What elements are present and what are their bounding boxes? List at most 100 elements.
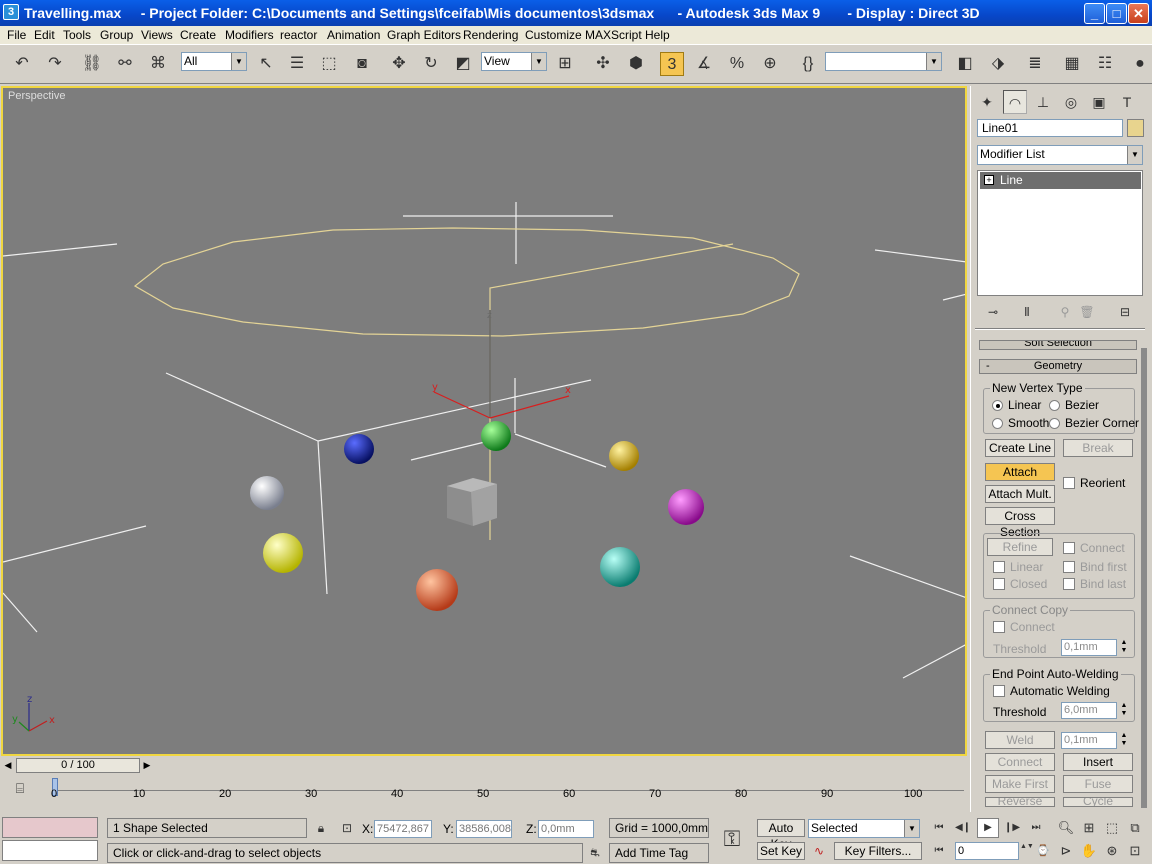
select-object-icon[interactable]: ↖ [254, 52, 278, 76]
menu-customize[interactable]: Customize [525, 28, 582, 42]
fuse-button[interactable]: Fuse [1063, 775, 1133, 793]
attach-mult-button[interactable]: Attach Mult. [985, 485, 1055, 503]
keyboard-shortcut-icon[interactable]: ⬢ [624, 52, 648, 76]
menu-create[interactable]: Create [180, 28, 216, 42]
insert-button[interactable]: Insert [1063, 753, 1133, 771]
menu-tools[interactable]: Tools [63, 28, 91, 42]
menu-graph-editors[interactable]: Graph Editors [387, 28, 461, 42]
next-frame-icon[interactable]: ❙▶ [1002, 818, 1022, 838]
scale-icon[interactable]: ◩ [451, 52, 475, 76]
track-bar[interactable]: ⌸ 0 10 20 30 40 50 60 70 80 90 100 [0, 775, 968, 805]
create-tab-icon[interactable]: ✦ [975, 90, 999, 114]
maxscript-input[interactable] [2, 840, 98, 861]
create-line-button[interactable]: Create Line [985, 439, 1055, 457]
object-name-field[interactable]: Line01 [977, 119, 1123, 137]
time-tag-icon[interactable]: ⛐ [586, 844, 604, 862]
object-color-swatch[interactable] [1127, 119, 1144, 137]
menu-reactor[interactable]: reactor [280, 28, 317, 42]
previous-frame-icon[interactable]: ◀❙ [953, 818, 973, 838]
connect-button[interactable]: Connect [985, 753, 1055, 771]
y-coordinate-field[interactable]: 38586,008 [456, 820, 512, 838]
display-tab-icon[interactable]: ▣ [1087, 90, 1111, 114]
panel-scrollbar[interactable] [1141, 348, 1147, 808]
curve-editor-icon[interactable]: ▦ [1060, 52, 1084, 76]
stack-item-line[interactable]: + Line [980, 172, 1141, 189]
angle-snap-icon[interactable]: ∡ [692, 52, 716, 76]
automatic-welding-checkbox[interactable]: Automatic Welding [993, 684, 1110, 698]
unlink-icon[interactable]: ⚯ [113, 52, 137, 76]
linear-radio[interactable]: Linear [992, 398, 1041, 412]
menu-edit[interactable]: Edit [34, 28, 55, 42]
minimize-button[interactable]: _ [1084, 3, 1105, 24]
align-icon[interactable]: ⬗ [986, 52, 1010, 76]
zoom-icon[interactable]: 🔍︎ [1056, 818, 1076, 838]
go-to-end-icon[interactable]: ⏭ [1026, 818, 1046, 838]
x-coordinate-field[interactable]: 75472,867 [374, 820, 432, 838]
menu-file[interactable]: File [7, 28, 26, 42]
orange-sphere[interactable] [416, 569, 458, 611]
edit-named-selection-icon[interactable]: {} [796, 52, 820, 76]
percent-snap-icon[interactable]: % [725, 52, 749, 76]
refine-button[interactable]: Refine [987, 538, 1053, 556]
menu-group[interactable]: Group [100, 28, 133, 42]
absolute-mode-icon[interactable]: ⊡ [338, 818, 356, 838]
white-sphere[interactable] [250, 476, 284, 510]
yellow-sphere[interactable] [263, 533, 303, 573]
time-slider[interactable]: ◀ 0 / 100 ▶ [0, 757, 968, 774]
menu-modifiers[interactable]: Modifiers [225, 28, 274, 42]
move-icon[interactable]: ✥ [387, 52, 411, 76]
welding-threshold-value[interactable]: 6,0mm [1061, 702, 1117, 719]
transform-gizmo[interactable]: x y z [432, 310, 571, 419]
green-sphere[interactable] [481, 421, 511, 451]
snaps-toggle-icon[interactable]: 3 [660, 52, 684, 76]
frame-spinner-icon[interactable]: ▲▼ [1020, 842, 1034, 860]
current-frame-field[interactable]: 0 [955, 842, 1019, 860]
mirror-icon[interactable]: ◧ [953, 52, 977, 76]
perspective-viewport[interactable]: Perspective x y z x y z [1, 86, 967, 756]
play-icon[interactable]: ▶ [977, 818, 999, 838]
maximize-button[interactable]: □ [1106, 3, 1127, 24]
threshold-value[interactable]: 0,1mm [1061, 639, 1117, 656]
key-mode-dropdown[interactable]: Selected ▼ [808, 819, 920, 838]
cycle-button[interactable]: Cycle [1063, 797, 1133, 807]
make-first-button[interactable]: Make First [985, 775, 1055, 793]
spinner-arrows-icon[interactable]: ▲ ▼ [1119, 732, 1129, 749]
named-selection-dropdown[interactable]: ▼ [825, 52, 942, 71]
manipulate-icon[interactable]: ✣ [591, 52, 615, 76]
go-to-start-icon[interactable]: ⏮ [929, 818, 949, 838]
connect-copy-checkbox[interactable]: Connect [993, 620, 1055, 634]
reverse-button[interactable]: Reverse [985, 797, 1055, 807]
bezier-radio[interactable]: Bezier [1049, 398, 1099, 412]
previous-frame-arrow-icon[interactable]: ◀ [1, 758, 15, 773]
break-button[interactable]: Break [1063, 439, 1133, 457]
app-icon[interactable]: 3 [3, 4, 19, 20]
menu-views[interactable]: Views [141, 28, 173, 42]
pan-icon[interactable]: ✋ [1079, 841, 1099, 861]
bezier-corner-radio[interactable]: Bezier Corner [1049, 416, 1139, 430]
weld-value[interactable]: 0,1mm [1061, 732, 1117, 749]
undo-icon[interactable]: ↶ [10, 52, 34, 76]
key-mode-toggle-icon[interactable]: ⏮ [929, 841, 949, 861]
menu-animation[interactable]: Animation [327, 28, 380, 42]
set-key-button[interactable]: Set Key [757, 842, 805, 860]
pivot-center-icon[interactable]: ⊞ [553, 52, 577, 76]
window-crossing-icon[interactable]: ◙ [350, 52, 374, 76]
closed-checkbox[interactable]: Closed [993, 577, 1047, 591]
rectangle-selection-icon[interactable]: ⬚ [317, 52, 341, 76]
orbit-icon[interactable]: ⊛ [1102, 841, 1122, 861]
close-button[interactable]: ✕ [1128, 3, 1149, 24]
bind-last-checkbox[interactable]: Bind last [1063, 577, 1126, 591]
mini-curve-editor-icon[interactable]: ⌸ [8, 777, 32, 799]
next-frame-arrow-icon[interactable]: ▶ [140, 758, 154, 773]
cube-object[interactable] [447, 478, 497, 526]
show-end-result-icon[interactable]: Ⅱ [1017, 302, 1037, 322]
weld-button[interactable]: Weld [985, 731, 1055, 749]
layer-manager-icon[interactable]: ≣ [1023, 52, 1047, 76]
modifier-list-dropdown[interactable]: Modifier List ▼ [977, 145, 1143, 165]
spinner-arrows-icon[interactable]: ▲ ▼ [1119, 702, 1129, 719]
zoom-all-icon[interactable]: ⊞ [1079, 818, 1099, 838]
configure-modifier-sets-icon[interactable]: ⊟ [1115, 302, 1135, 322]
lock-icon[interactable]: 🔒︎ [312, 818, 330, 838]
maximize-viewport-icon[interactable]: ⊡ [1125, 841, 1145, 861]
cross-section-button[interactable]: Cross Section [985, 507, 1055, 539]
